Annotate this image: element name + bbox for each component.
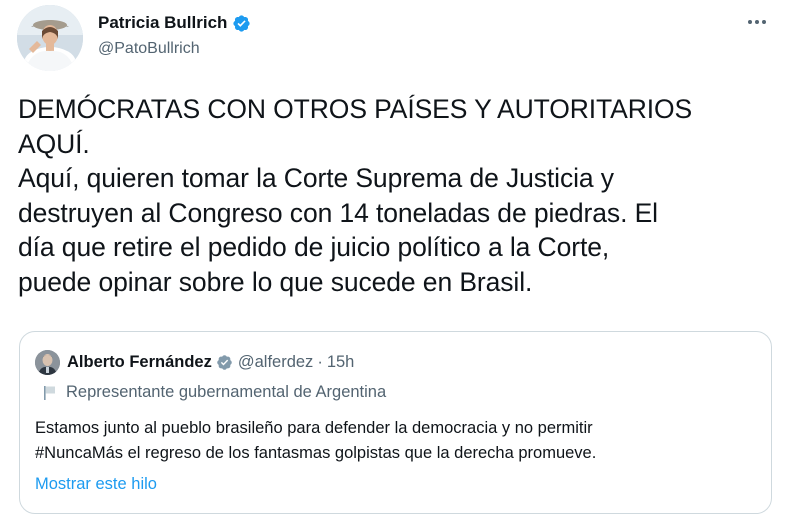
quoted-tweet-text: Estamos junto al pueblo brasileño para d… — [35, 416, 760, 465]
verified-badge-icon[interactable] — [216, 354, 233, 371]
more-options-dot — [755, 20, 759, 24]
quoted-author-avatar[interactable] — [35, 350, 60, 375]
flag-icon — [43, 385, 57, 401]
author-name[interactable]: Patricia Bullrich — [98, 13, 227, 33]
quoted-tweet[interactable]: Alberto Fernández @alferdez · 15h Repres… — [19, 331, 772, 514]
tweet-line: destruyen al Congreso con 14 toneladas d… — [18, 197, 658, 228]
more-options-icon — [748, 20, 752, 24]
government-label-text: Representante gubernamental de Argentina — [66, 383, 387, 401]
quoted-tweet-line: #NuncaMás el regreso de los fantasmas go… — [35, 443, 597, 462]
quoted-tweet-line: Estamos junto al pueblo brasileño para d… — [35, 419, 593, 437]
quoted-author-name[interactable]: Alberto Fernández — [67, 353, 212, 372]
tweet-line: Aquí, quieren tomar la Corte Suprema de … — [18, 163, 614, 193]
government-label[interactable]: Representante gubernamental de Argentina — [43, 383, 386, 402]
author-handle[interactable]: @PatoBullrich — [98, 40, 251, 58]
more-options-button[interactable] — [742, 12, 772, 32]
tweet-line: día que retire el pedido de juicio polít… — [18, 232, 610, 262]
quoted-timestamp[interactable]: 15h — [327, 353, 355, 372]
quoted-author-handle[interactable]: @alferdez — [238, 353, 313, 372]
author-name-row: Patricia Bullrich — [98, 11, 251, 35]
quoted-tweet-header: Alberto Fernández @alferdez · 15h — [35, 350, 354, 375]
tweet-text: DEMÓCRATAS CON OTROS PAÍSES Y AUTORITARI… — [18, 92, 778, 299]
tweet-line: DEMÓCRATAS CON OTROS PAÍSES Y AUTORITARI… — [18, 94, 693, 124]
show-thread-link[interactable]: Mostrar este hilo — [35, 475, 157, 494]
verified-badge-icon[interactable] — [232, 14, 251, 33]
tweet-line: AQUÍ. — [18, 128, 90, 159]
more-options-dot — [762, 20, 766, 24]
meta-separator: · — [317, 353, 323, 371]
author-avatar[interactable] — [17, 5, 83, 71]
author-info: Patricia Bullrich @PatoBullrich — [98, 11, 251, 58]
tweet-line: puede opinar sobre lo que sucede en Bras… — [18, 266, 533, 297]
